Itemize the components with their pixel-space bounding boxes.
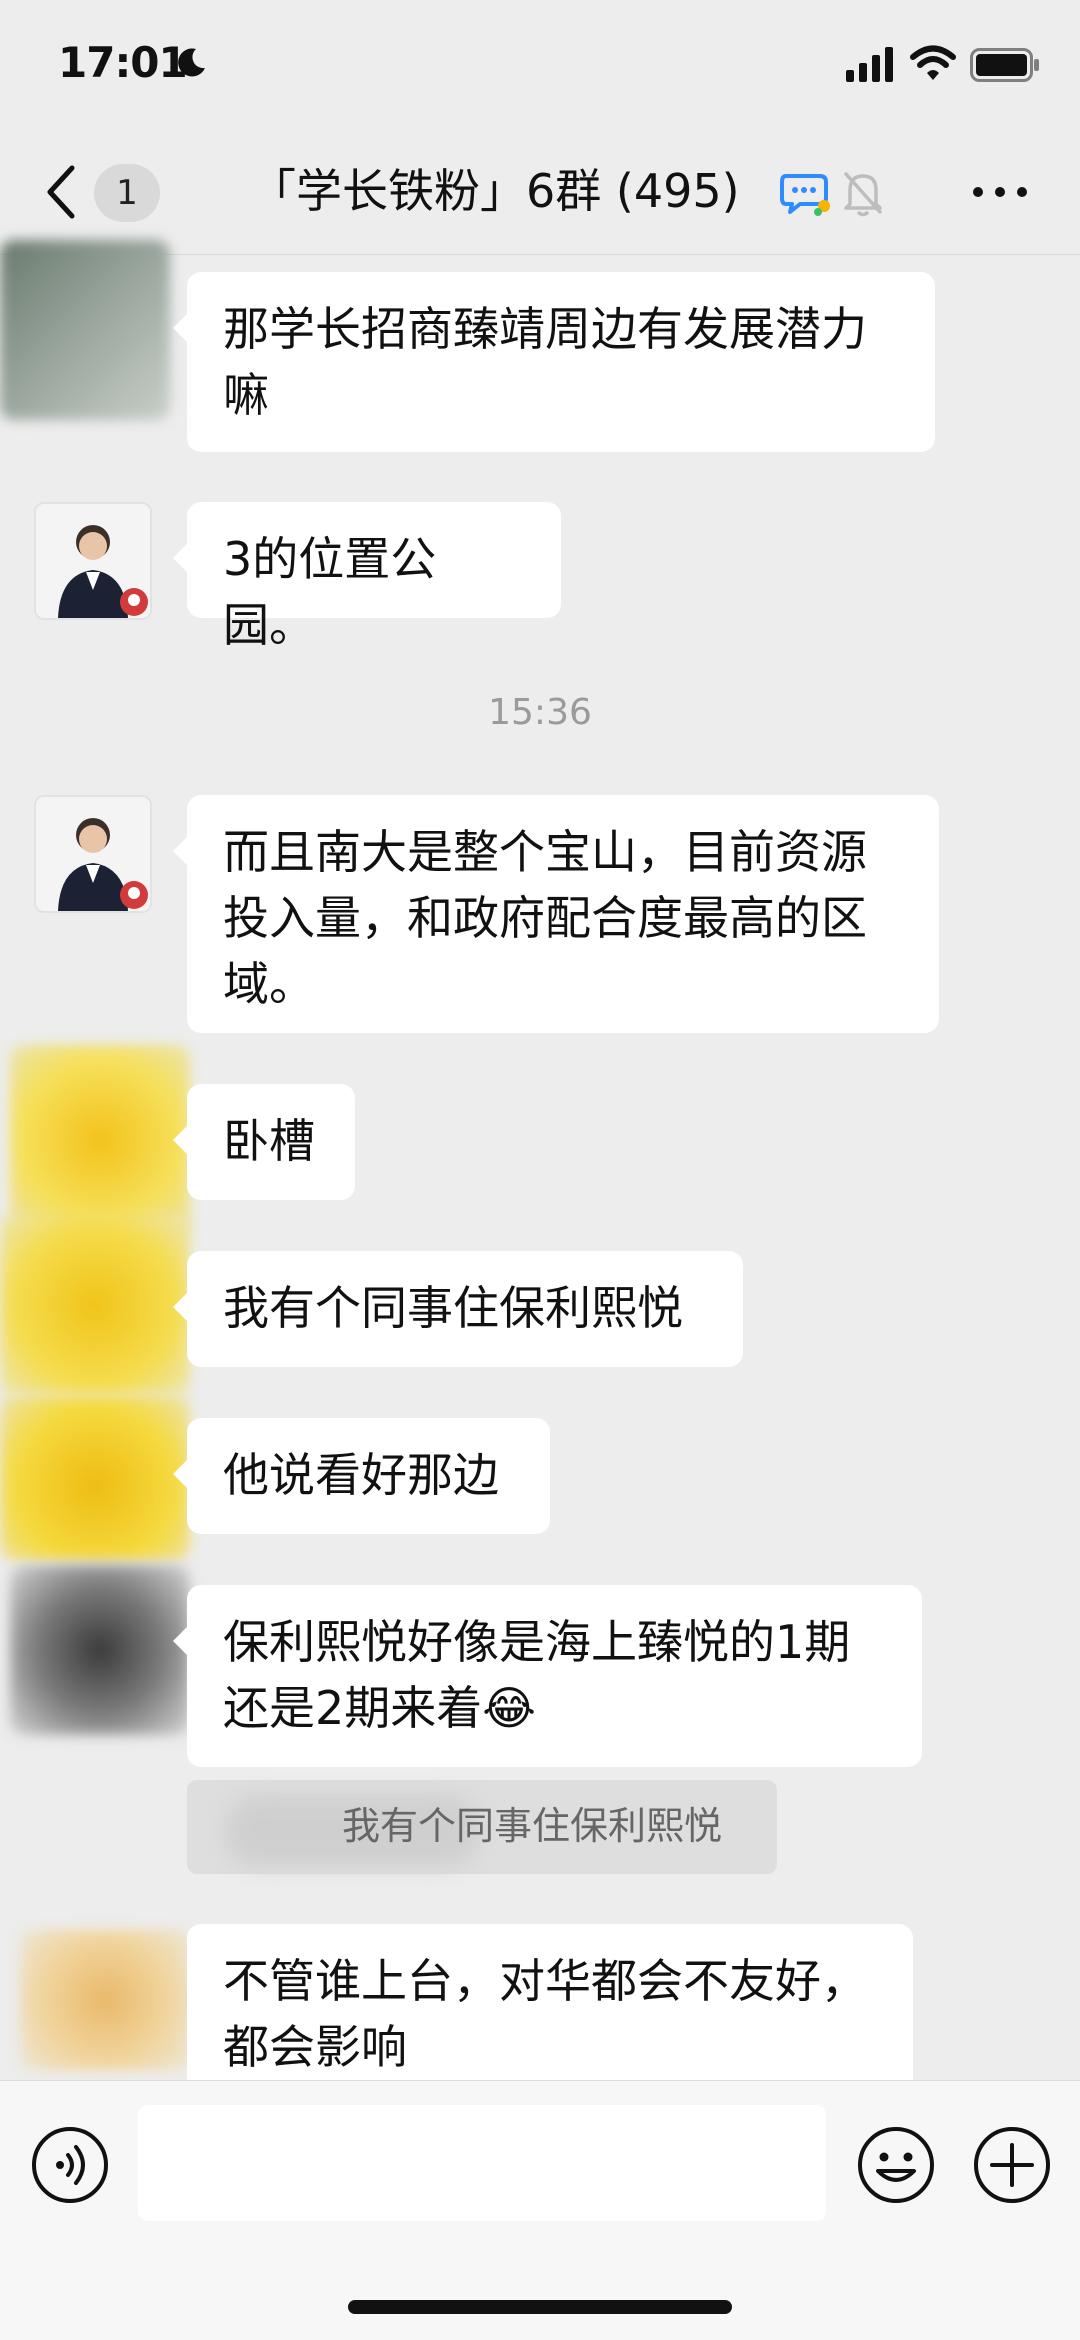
- avatar-blurred[interactable]: [20, 1930, 190, 2070]
- chat-header: 1 「学长铁粉」6群 (495): [0, 130, 1080, 255]
- avatar-blurred[interactable]: [10, 1045, 190, 1235]
- status-bar: 17:01: [0, 0, 1080, 130]
- message-text: 那学长招商臻靖周边有发展潜力嘛: [223, 302, 867, 422]
- avatar-blurred[interactable]: [0, 1395, 190, 1560]
- message-text: 卧槽: [223, 1114, 315, 1168]
- message-text: 而且南大是整个宝山，目前资源投入量，和政府配合度最高的区域。: [223, 825, 867, 1011]
- message-bubble[interactable]: 我有个同事住保利熙悦: [173, 1251, 743, 1367]
- message-bubble[interactable]: 保利熙悦好像是海上臻悦的1期还是2期来着😂: [173, 1585, 922, 1767]
- avatar-blurred[interactable]: [10, 1565, 190, 1735]
- battery-icon: [970, 48, 1039, 82]
- unread-count-badge[interactable]: 1: [94, 164, 160, 222]
- back-arrow-icon[interactable]: [40, 162, 80, 222]
- message-bubble[interactable]: 那学长招商臻靖周边有发展潜力嘛: [173, 272, 935, 452]
- message-bubble[interactable]: 3的位置公园。: [173, 502, 561, 652]
- message-text: 他说看好那边: [223, 1448, 499, 1502]
- avatar-blurred[interactable]: [0, 1215, 190, 1395]
- quoted-message[interactable]: 我有个同事住保利熙悦: [187, 1780, 777, 1874]
- more-options-icon[interactable]: [970, 182, 1030, 202]
- home-indicator: [348, 2300, 732, 2314]
- quoted-text: 我有个同事住保利熙悦: [342, 1804, 723, 1848]
- wifi-icon: [910, 45, 956, 80]
- cellular-signal-icon: [846, 47, 893, 82]
- message-bubble[interactable]: 他说看好那边: [173, 1418, 550, 1534]
- message-input-field[interactable]: [138, 2105, 826, 2221]
- message-bubble[interactable]: 不管谁上台，对华都会不友好，都会影响: [187, 1924, 913, 2080]
- person-avatar-icon: [36, 504, 150, 618]
- avatar[interactable]: [34, 502, 152, 620]
- emoji-icon[interactable]: [856, 2125, 936, 2205]
- message-bubble[interactable]: 而且南大是整个宝山，目前资源投入量，和政府配合度最高的区域。: [173, 795, 939, 1033]
- add-more-icon[interactable]: [972, 2125, 1052, 2205]
- person-avatar-icon: [36, 797, 150, 911]
- message-text: 不管谁上台，对华都会不友好，都会影响: [223, 1954, 867, 2074]
- moon-icon: [178, 48, 205, 77]
- avatar[interactable]: [34, 795, 152, 913]
- avatar-blurred[interactable]: [0, 240, 170, 420]
- voice-input-icon[interactable]: [30, 2125, 110, 2205]
- message-text: 3的位置公园。: [223, 532, 437, 652]
- mute-bell-icon: [844, 172, 882, 217]
- message-text: 保利熙悦好像是海上臻悦的1期还是2期来着😂: [223, 1615, 851, 1735]
- message-text: 我有个同事住保利熙悦: [223, 1281, 683, 1335]
- chat-title[interactable]: 「学长铁粉」6群 (495): [250, 158, 790, 224]
- message-bubble[interactable]: 卧槽: [173, 1084, 355, 1200]
- status-time: 17:01: [58, 38, 188, 87]
- message-timestamp: 15:36: [488, 692, 592, 733]
- group-chat-bubble-icon[interactable]: [780, 170, 832, 216]
